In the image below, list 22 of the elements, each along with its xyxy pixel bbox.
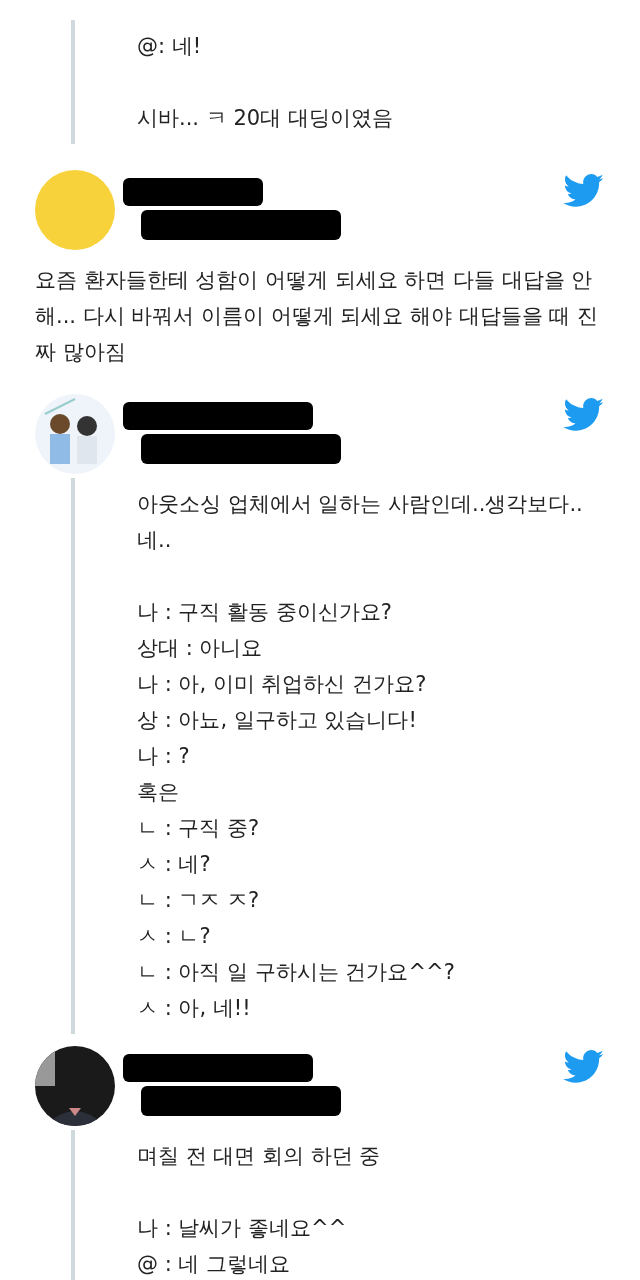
tweet-text: 요즘 환자들한테 성함이 어떻게 되세요 하면 다들 대답을 안해... 다시 바꿔서 이름이 어떻게 되세요 해야 대답들을 때 진짜 많아짐 — [35, 267, 600, 366]
tweet-text: ㅅ : 아, 네!! — [137, 995, 252, 1022]
tweet-text: 나 : 날씨가 좋네요^^ — [137, 1215, 348, 1242]
tweet-text: 며칠 전 대면 회의 하던 중 — [137, 1143, 382, 1170]
tweet-text: 나 : 구직 활동 중이신가요? — [137, 599, 393, 626]
bird-icon — [563, 1050, 605, 1084]
tweet-text: 상 : 아뇨, 일구하고 있습니다! — [137, 707, 418, 734]
tweet-text: ㄴ : ㄱㅈ ㅈ? — [137, 887, 261, 914]
tweet-text: ㄴ : 아직 일 구하시는 건가요^^? — [137, 959, 456, 986]
tweet-text: 아웃소싱 업체에서 일하는 사람인데..생각보다.. 네.. — [137, 491, 584, 554]
tweet-text: ㅅ : 네? — [137, 851, 212, 878]
tweet-text: 혹은 — [137, 779, 180, 806]
tweet-text: ㄴ : 구직 중? — [137, 815, 261, 842]
tweet-text: ㅅ : ㄴ? — [137, 923, 212, 950]
tweet-text: @: 네! — [137, 33, 203, 60]
tweet-text: 나 : ? — [137, 743, 191, 770]
tweet-text: 상대 : 아니요 — [137, 635, 264, 662]
bird-icon — [563, 174, 605, 208]
tweet-text: 시바... ㅋ 20대 대딩이였음 — [137, 105, 394, 132]
bird-icon — [563, 398, 605, 432]
tweet-text: 나 : 아, 이미 취업하신 건가요? — [137, 671, 428, 698]
tweet-text: @ : 네 그렇네요 — [137, 1251, 292, 1278]
